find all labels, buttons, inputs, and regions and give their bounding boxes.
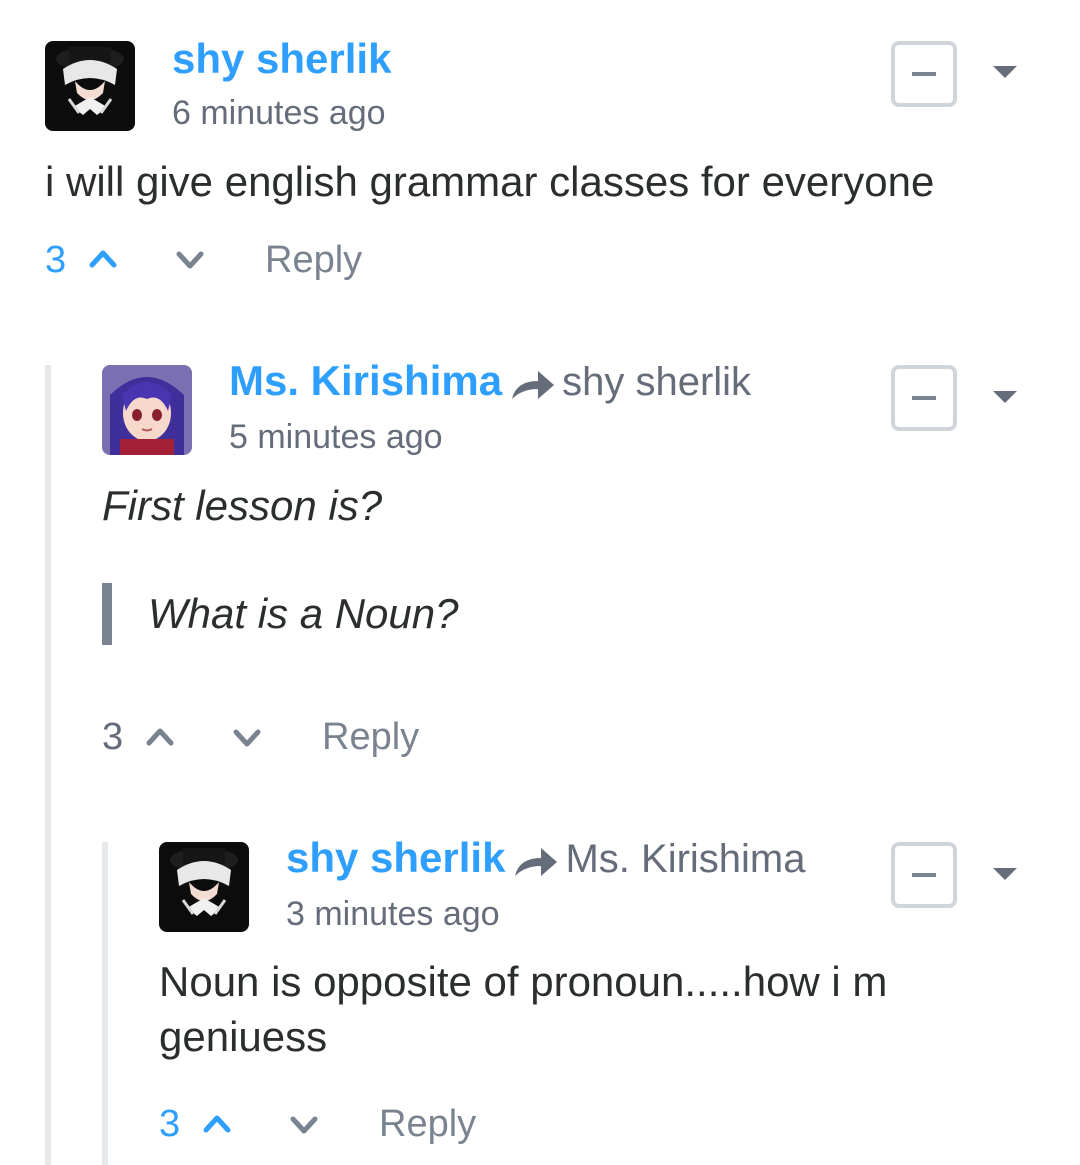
thread-line-level-1 (45, 365, 51, 1165)
dropdown-caret-icon[interactable] (993, 66, 1017, 78)
comment-message: i will give english grammar classes for … (45, 158, 935, 205)
avatar[interactable] (159, 842, 249, 932)
thread-line-level-2 (102, 842, 108, 1165)
reply-arrow-icon (512, 370, 555, 399)
author-name-text: shy sherlik (286, 834, 506, 881)
avatar[interactable] (102, 365, 192, 455)
upvote-icon[interactable] (202, 1112, 232, 1134)
downvote-icon[interactable] (289, 1114, 319, 1136)
vote-count: 3 (159, 1103, 181, 1145)
downvote-icon[interactable] (232, 727, 262, 749)
avatar[interactable] (45, 41, 135, 131)
comment-message-line: Noun is opposite of pronoun.....how i m (159, 958, 888, 1005)
reply-button[interactable]: Reply (379, 1105, 476, 1143)
vote-count: 3 (102, 716, 124, 758)
author-name[interactable]: shy sherlik (172, 38, 391, 80)
reply-target-name[interactable]: shy sherlik (562, 360, 751, 404)
reply-button[interactable]: Reply (265, 241, 362, 279)
timestamp[interactable]: 6 minutes ago (172, 96, 386, 130)
timestamp[interactable]: 3 minutes ago (286, 897, 500, 931)
upvote-icon[interactable] (145, 725, 175, 747)
author-name[interactable]: Ms. Kirishima shy sherlik (229, 357, 751, 404)
blockquote: What is a Noun? (102, 583, 459, 645)
reply-arrow-icon (515, 847, 558, 876)
comment-message-line: geniuess (159, 1012, 328, 1060)
collapse-button[interactable] (891, 41, 957, 107)
vote-count: 3 (45, 239, 67, 281)
reply-button[interactable]: Reply (322, 718, 419, 756)
dropdown-caret-icon[interactable] (993, 391, 1017, 403)
author-name-text: Ms. Kirishima (229, 357, 503, 404)
timestamp[interactable]: 5 minutes ago (229, 420, 443, 454)
purple-hair-girl-avatar-icon (102, 365, 192, 455)
comment-message: Noun is opposite of pronoun.....how i m … (159, 955, 1039, 1064)
dropdown-caret-icon[interactable] (993, 868, 1017, 880)
collapse-button[interactable] (891, 365, 957, 431)
dark-hat-avatar-icon (159, 842, 249, 932)
dark-hat-avatar-icon (45, 41, 135, 131)
upvote-icon[interactable] (88, 247, 118, 269)
author-name[interactable]: shy sherlik Ms. Kirishima (286, 834, 806, 881)
downvote-icon[interactable] (175, 249, 205, 271)
collapse-button[interactable] (891, 842, 957, 908)
author-name-text: shy sherlik (172, 35, 392, 82)
comment-message: First lesson is? (102, 482, 383, 529)
reply-target-name[interactable]: Ms. Kirishima (565, 837, 805, 881)
